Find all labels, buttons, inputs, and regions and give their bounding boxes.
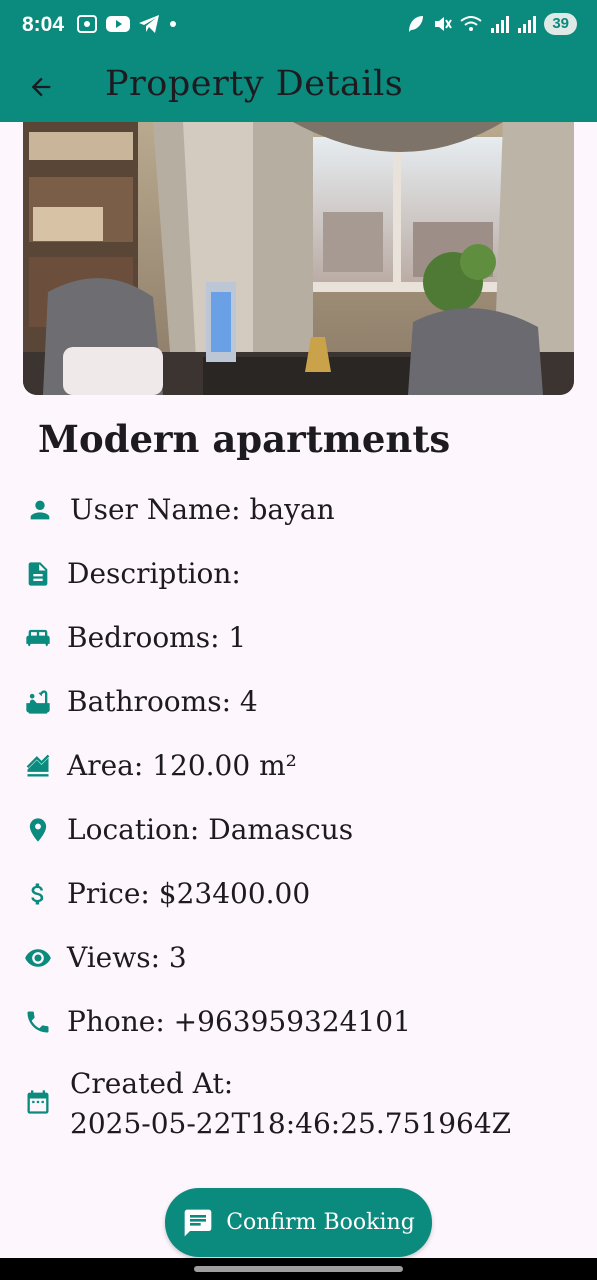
detail-area: Area: 120.00 m² (0, 738, 597, 794)
detail-created-at: Created At: 2025-05-22T18:46:25.751964Z (0, 1064, 597, 1148)
battery-indicator: 39 (544, 13, 577, 35)
bathtub-icon (26, 690, 50, 714)
price-text: Price: $23400.00 (67, 877, 311, 910)
description-icon (28, 562, 48, 586)
area-text: Area: 120.00 m² (67, 749, 297, 782)
description-text: Description: (67, 557, 241, 590)
detail-user-name: User Name: bayan (0, 482, 597, 538)
phone-text: Phone: +963959324101 (67, 1005, 411, 1038)
views-text: Views: 3 (67, 941, 187, 974)
property-title: Modern apartments (38, 417, 451, 461)
dollar-icon (31, 883, 44, 905)
app-bar: Property Details (0, 52, 597, 122)
calendar-icon (27, 1090, 49, 1114)
detail-description: Description: (0, 546, 597, 602)
created-at-value: 2025-05-22T18:46:25.751964Z (70, 1107, 512, 1140)
leaf-icon (409, 16, 424, 32)
user-name-text: User Name: bayan (70, 493, 335, 526)
bed-icon (26, 629, 50, 647)
status-left-icons (76, 14, 178, 34)
dot-icon (170, 21, 176, 27)
status-right-icons: 39 (407, 13, 577, 35)
screenshot-icon (77, 15, 97, 33)
created-at-text: Created At: 2025-05-22T18:46:25.751964Z (70, 1064, 570, 1144)
property-image (23, 122, 574, 395)
detail-location: Location: Damascus (0, 802, 597, 858)
detail-views: Views: 3 (0, 930, 597, 986)
signal-icon-2 (518, 16, 537, 33)
wifi-icon (460, 16, 482, 31)
location-text: Location: Damascus (67, 813, 354, 846)
confirm-booking-label: Confirm Booking (226, 1210, 415, 1235)
home-gesture-handle[interactable] (194, 1266, 403, 1272)
detail-price: Price: $23400.00 (0, 866, 597, 922)
location-pin-icon (29, 818, 47, 842)
status-time: 8:04 (22, 13, 65, 36)
back-button[interactable] (20, 66, 62, 108)
system-nav-bar (0, 1258, 597, 1280)
message-icon (184, 1209, 212, 1236)
eye-icon (25, 949, 51, 967)
telegram-icon (139, 15, 159, 33)
youtube-icon (106, 16, 130, 32)
status-bar: 8:04 39 (0, 0, 597, 52)
page-title: Property Details (105, 64, 404, 104)
detail-phone: Phone: +963959324101 (0, 994, 597, 1050)
bedrooms-text: Bedrooms: 1 (67, 621, 247, 654)
phone-icon (27, 1011, 49, 1033)
signal-icon (491, 16, 510, 33)
person-icon (30, 500, 50, 520)
mute-icon (435, 17, 453, 31)
detail-bedrooms: Bedrooms: 1 (0, 610, 597, 666)
arrow-back-icon (31, 77, 51, 97)
detail-bathrooms: Bathrooms: 4 (0, 674, 597, 730)
bathrooms-text: Bathrooms: 4 (67, 685, 258, 718)
area-icon (26, 754, 50, 777)
confirm-booking-button[interactable]: Confirm Booking (165, 1188, 432, 1257)
created-at-label: Created At: (70, 1067, 234, 1100)
